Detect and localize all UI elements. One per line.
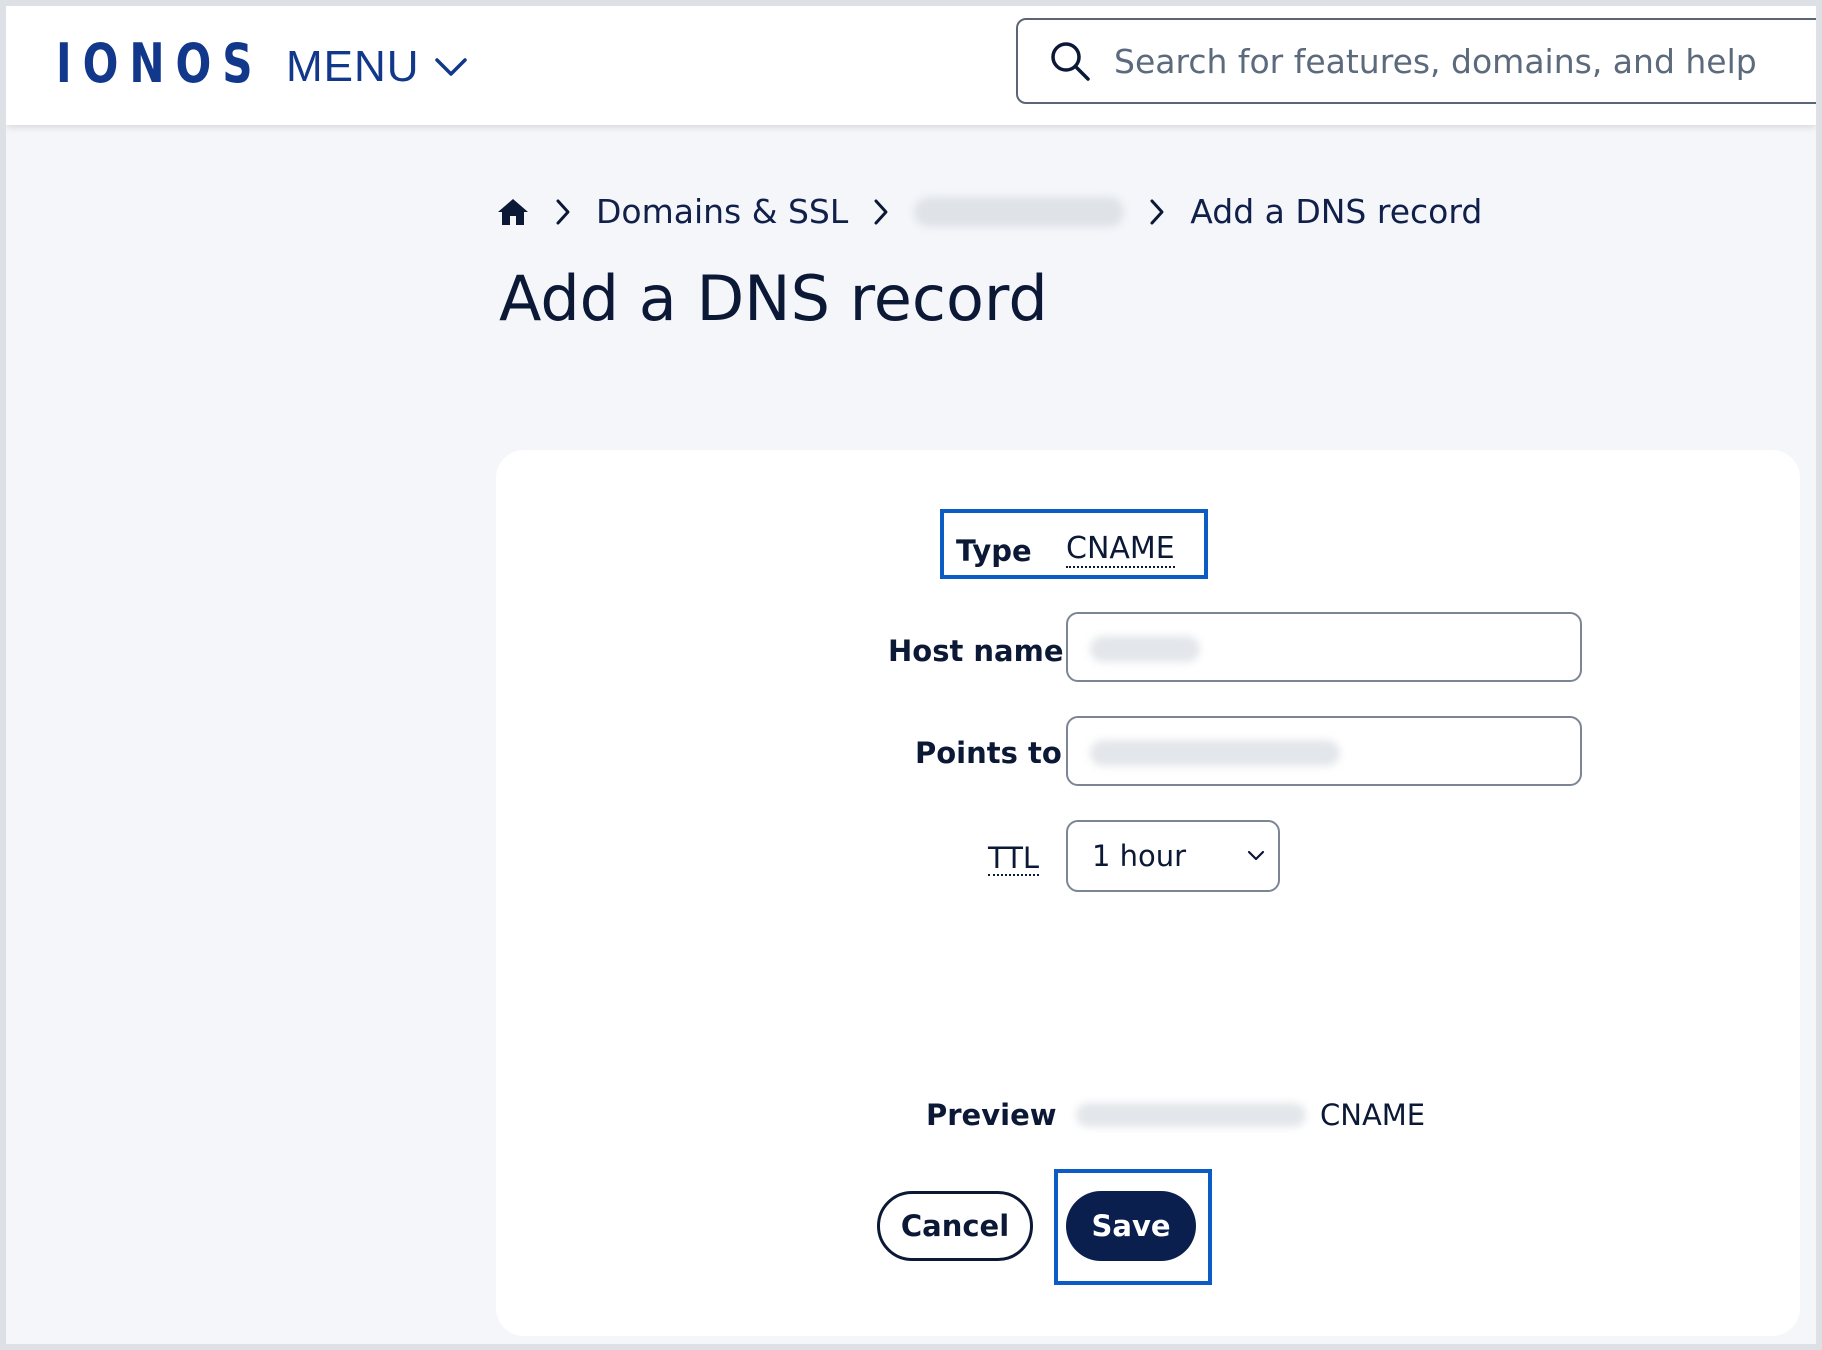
points-to-redacted-value: [1090, 740, 1340, 766]
cancel-button[interactable]: Cancel: [877, 1191, 1033, 1261]
menu-button[interactable]: MENU: [286, 42, 468, 92]
ttl-select[interactable]: 1 hour: [1066, 820, 1280, 892]
breadcrumb-domain-redacted[interactable]: [914, 196, 1125, 227]
preview-label: Preview: [926, 1098, 1057, 1132]
preview-redacted-value: [1076, 1103, 1306, 1127]
breadcrumb: Domains & SSL Add a DNS record: [496, 192, 1482, 231]
chevron-right-icon: [556, 199, 570, 224]
chevron-down-icon: [1247, 850, 1265, 861]
menu-label: MENU: [286, 42, 420, 91]
ttl-selected-value: 1 hour: [1092, 839, 1187, 873]
top-bar: IONOS MENU: [6, 6, 1816, 125]
chevron-down-icon: [434, 58, 467, 76]
dns-record-form: Type CNAME Host name Points to TTL 1 hou…: [496, 450, 1800, 1336]
page-title: Add a DNS record: [499, 262, 1048, 335]
search-box[interactable]: [1016, 18, 1816, 104]
search-input[interactable]: [1112, 40, 1796, 82]
points-to-input[interactable]: [1066, 716, 1582, 786]
type-value[interactable]: CNAME: [1066, 532, 1175, 568]
host-name-redacted-value: [1090, 636, 1200, 662]
search-icon: [1051, 42, 1090, 81]
preview-row: Preview CNAME: [926, 1098, 1425, 1132]
home-icon[interactable]: [496, 197, 530, 227]
points-to-label: Points to: [915, 736, 1062, 770]
ionos-logo[interactable]: IONOS: [56, 32, 263, 95]
host-name-input[interactable]: [1066, 612, 1582, 682]
breadcrumb-domains[interactable]: Domains & SSL: [596, 192, 848, 231]
breadcrumb-current: Add a DNS record: [1190, 192, 1483, 231]
save-button[interactable]: Save: [1066, 1191, 1196, 1261]
chevron-right-icon: [874, 199, 888, 224]
host-name-label: Host name: [888, 634, 1064, 668]
preview-type: CNAME: [1320, 1098, 1426, 1132]
app-frame: IONOS MENU Domains & SSL: [6, 6, 1816, 1344]
ttl-label[interactable]: TTL: [988, 842, 1040, 876]
chevron-right-icon: [1150, 199, 1164, 224]
type-label: Type: [956, 534, 1032, 568]
